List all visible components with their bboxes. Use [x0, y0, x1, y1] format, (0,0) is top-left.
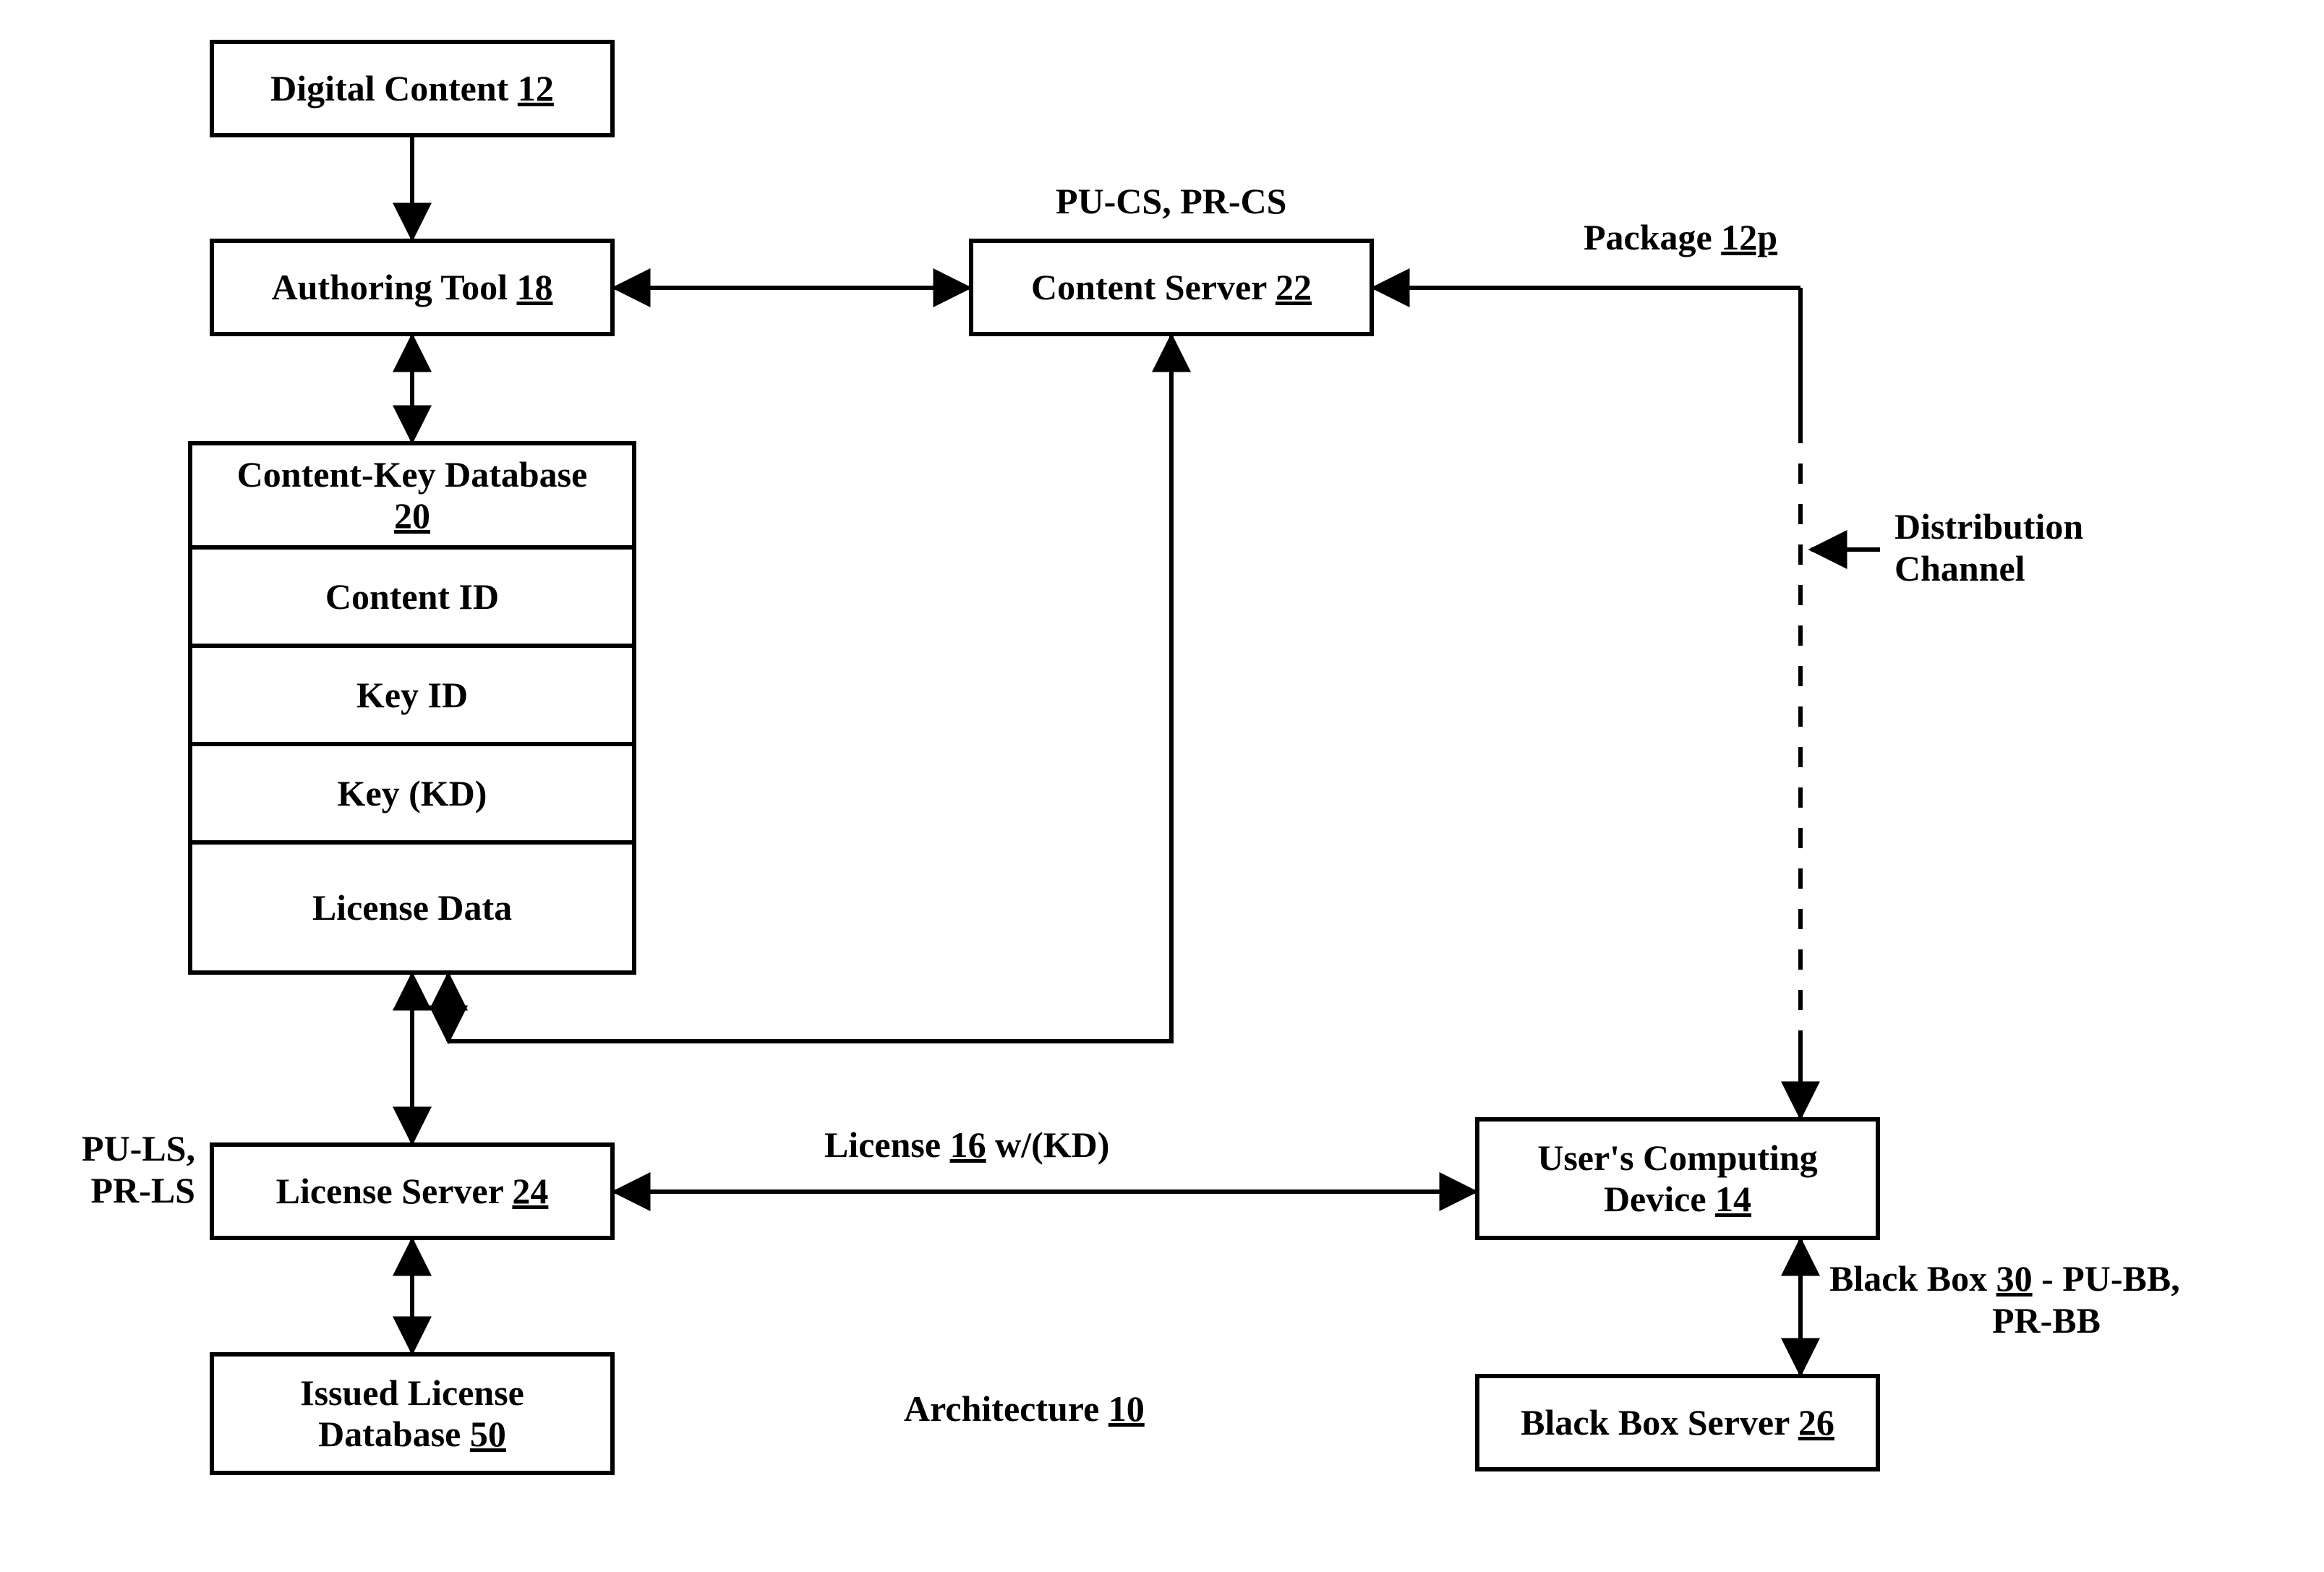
box-users-computing-device: User's Computing Device 14 [1475, 1117, 1880, 1240]
label-pu-pr-cs: PU-CS, PR-CS [1056, 181, 1286, 223]
box-content-server: Content Server 22 [969, 239, 1374, 336]
content-key-database: Content-Key Database 20 Content ID Key I… [188, 441, 636, 975]
label-black-box-keys: Black Box 30 - PU-BB, PR-BB [1829, 1258, 2263, 1341]
box-black-box-server: Black Box Server 26 [1475, 1374, 1880, 1471]
label-package: Package 12p [1584, 217, 1777, 259]
text: Authoring Tool 18 [271, 267, 552, 309]
label-architecture: Architecture 10 [904, 1388, 1145, 1430]
box-issued-license-database: Issued License Database 50 [210, 1352, 615, 1475]
text-line2: Database 50 [318, 1414, 506, 1456]
architecture-diagram: Digital Content 12 Authoring Tool 18 Con… [0, 0, 2324, 1572]
box-authoring-tool: Authoring Tool 18 [210, 239, 615, 336]
box-digital-content: Digital Content 12 [210, 40, 615, 137]
text: Content Server 22 [1031, 267, 1312, 309]
label-pu-pr-ls: PU-LS, PR-LS [43, 1128, 195, 1211]
db-header: Content-Key Database 20 [188, 441, 636, 550]
text: License Server 24 [276, 1171, 549, 1213]
text-line2: Device 14 [1604, 1179, 1751, 1221]
db-row-key-kd: Key (KD) [188, 746, 636, 845]
db-row-license-data: License Data [188, 845, 636, 975]
db-row-content-id: Content ID [188, 550, 636, 648]
text-line1: Issued License [300, 1372, 524, 1414]
label-license-kd: License 16 w/(KD) [824, 1124, 1109, 1166]
text-line1: User's Computing [1537, 1137, 1818, 1179]
box-license-server: License Server 24 [210, 1142, 615, 1240]
db-row-key-id: Key ID [188, 648, 636, 746]
text: Digital Content 12 [270, 68, 554, 110]
text: Black Box Server 26 [1521, 1402, 1834, 1444]
label-distribution-channel: Distribution Channel [1894, 506, 2184, 589]
